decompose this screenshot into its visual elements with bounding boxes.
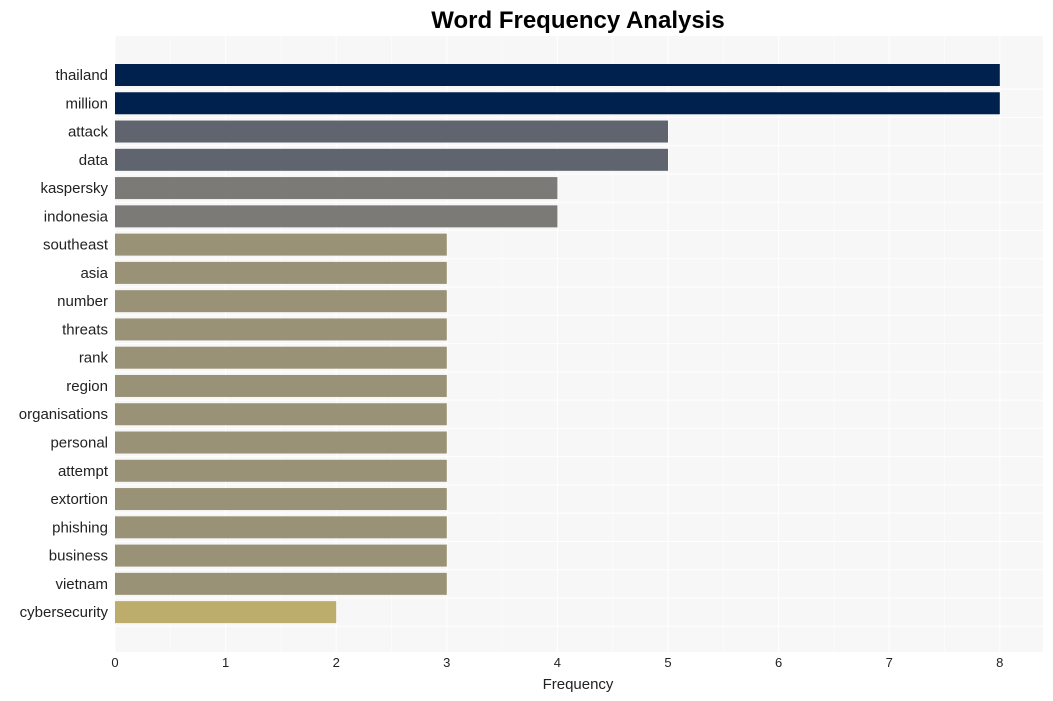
y-label-cybersecurity: cybersecurity (20, 604, 109, 621)
chart-title: Word Frequency Analysis (431, 7, 724, 34)
y-label-number: number (57, 293, 108, 310)
y-label-threats: threats (62, 321, 108, 338)
bar-extortion (115, 488, 447, 511)
y-label-southeast: southeast (43, 237, 109, 254)
y-label-extortion: extortion (50, 491, 108, 508)
bar-business (115, 544, 447, 567)
x-tick-label-4: 4 (554, 655, 561, 670)
y-label-rank: rank (79, 350, 109, 367)
y-label-attack: attack (68, 124, 109, 141)
bar-kaspersky (115, 177, 558, 200)
y-label-business: business (49, 548, 108, 565)
y-label-vietnam: vietnam (55, 576, 108, 593)
bar-attempt (115, 459, 447, 482)
x-axis-label: Frequency (543, 676, 614, 693)
x-tick-label-2: 2 (333, 655, 340, 670)
y-label-thailand: thailand (55, 67, 108, 84)
x-tick-label-1: 1 (222, 655, 229, 670)
bar-thailand (115, 64, 1000, 86)
y-label-organisations: organisations (19, 406, 108, 423)
word-frequency-chart: Word Frequency Analysis thailand million a… (19, 7, 1043, 693)
y-label-indonesia: indonesia (44, 208, 109, 225)
bar-southeast (115, 233, 447, 256)
bar-indonesia (115, 205, 558, 228)
x-tick-label-6: 6 (775, 655, 782, 670)
bar-attack (115, 120, 668, 143)
y-label-million: million (65, 95, 108, 112)
bar-rank (115, 346, 447, 369)
y-label-data: data (79, 152, 109, 169)
x-tick-label-5: 5 (664, 655, 671, 670)
x-tick-label-0: 0 (111, 655, 118, 670)
bar-cybersecurity (115, 601, 337, 624)
bar-phishing (115, 516, 447, 539)
bar-organisations (115, 403, 447, 426)
bar-number (115, 290, 447, 313)
y-label-kaspersky: kaspersky (40, 180, 108, 197)
y-label-region: region (66, 378, 108, 395)
x-axis-ticks: 0 1 2 3 4 5 6 7 8 (111, 655, 1003, 670)
x-tick-label-3: 3 (443, 655, 450, 670)
bar-data (115, 148, 668, 171)
x-tick-label-8: 8 (996, 655, 1003, 670)
bar-million (115, 92, 1000, 115)
x-tick-label-7: 7 (886, 655, 893, 670)
y-label-phishing: phishing (52, 519, 108, 536)
y-label-asia: asia (80, 265, 108, 282)
bar-region (115, 374, 447, 397)
y-label-attempt: attempt (58, 463, 109, 480)
y-label-personal: personal (50, 435, 108, 452)
bar-vietnam (115, 572, 447, 595)
bar-asia (115, 261, 447, 284)
y-axis-labels: thailand million attack data kaspersky indone… (19, 67, 109, 621)
bar-personal (115, 431, 447, 454)
bar-threats (115, 318, 447, 341)
